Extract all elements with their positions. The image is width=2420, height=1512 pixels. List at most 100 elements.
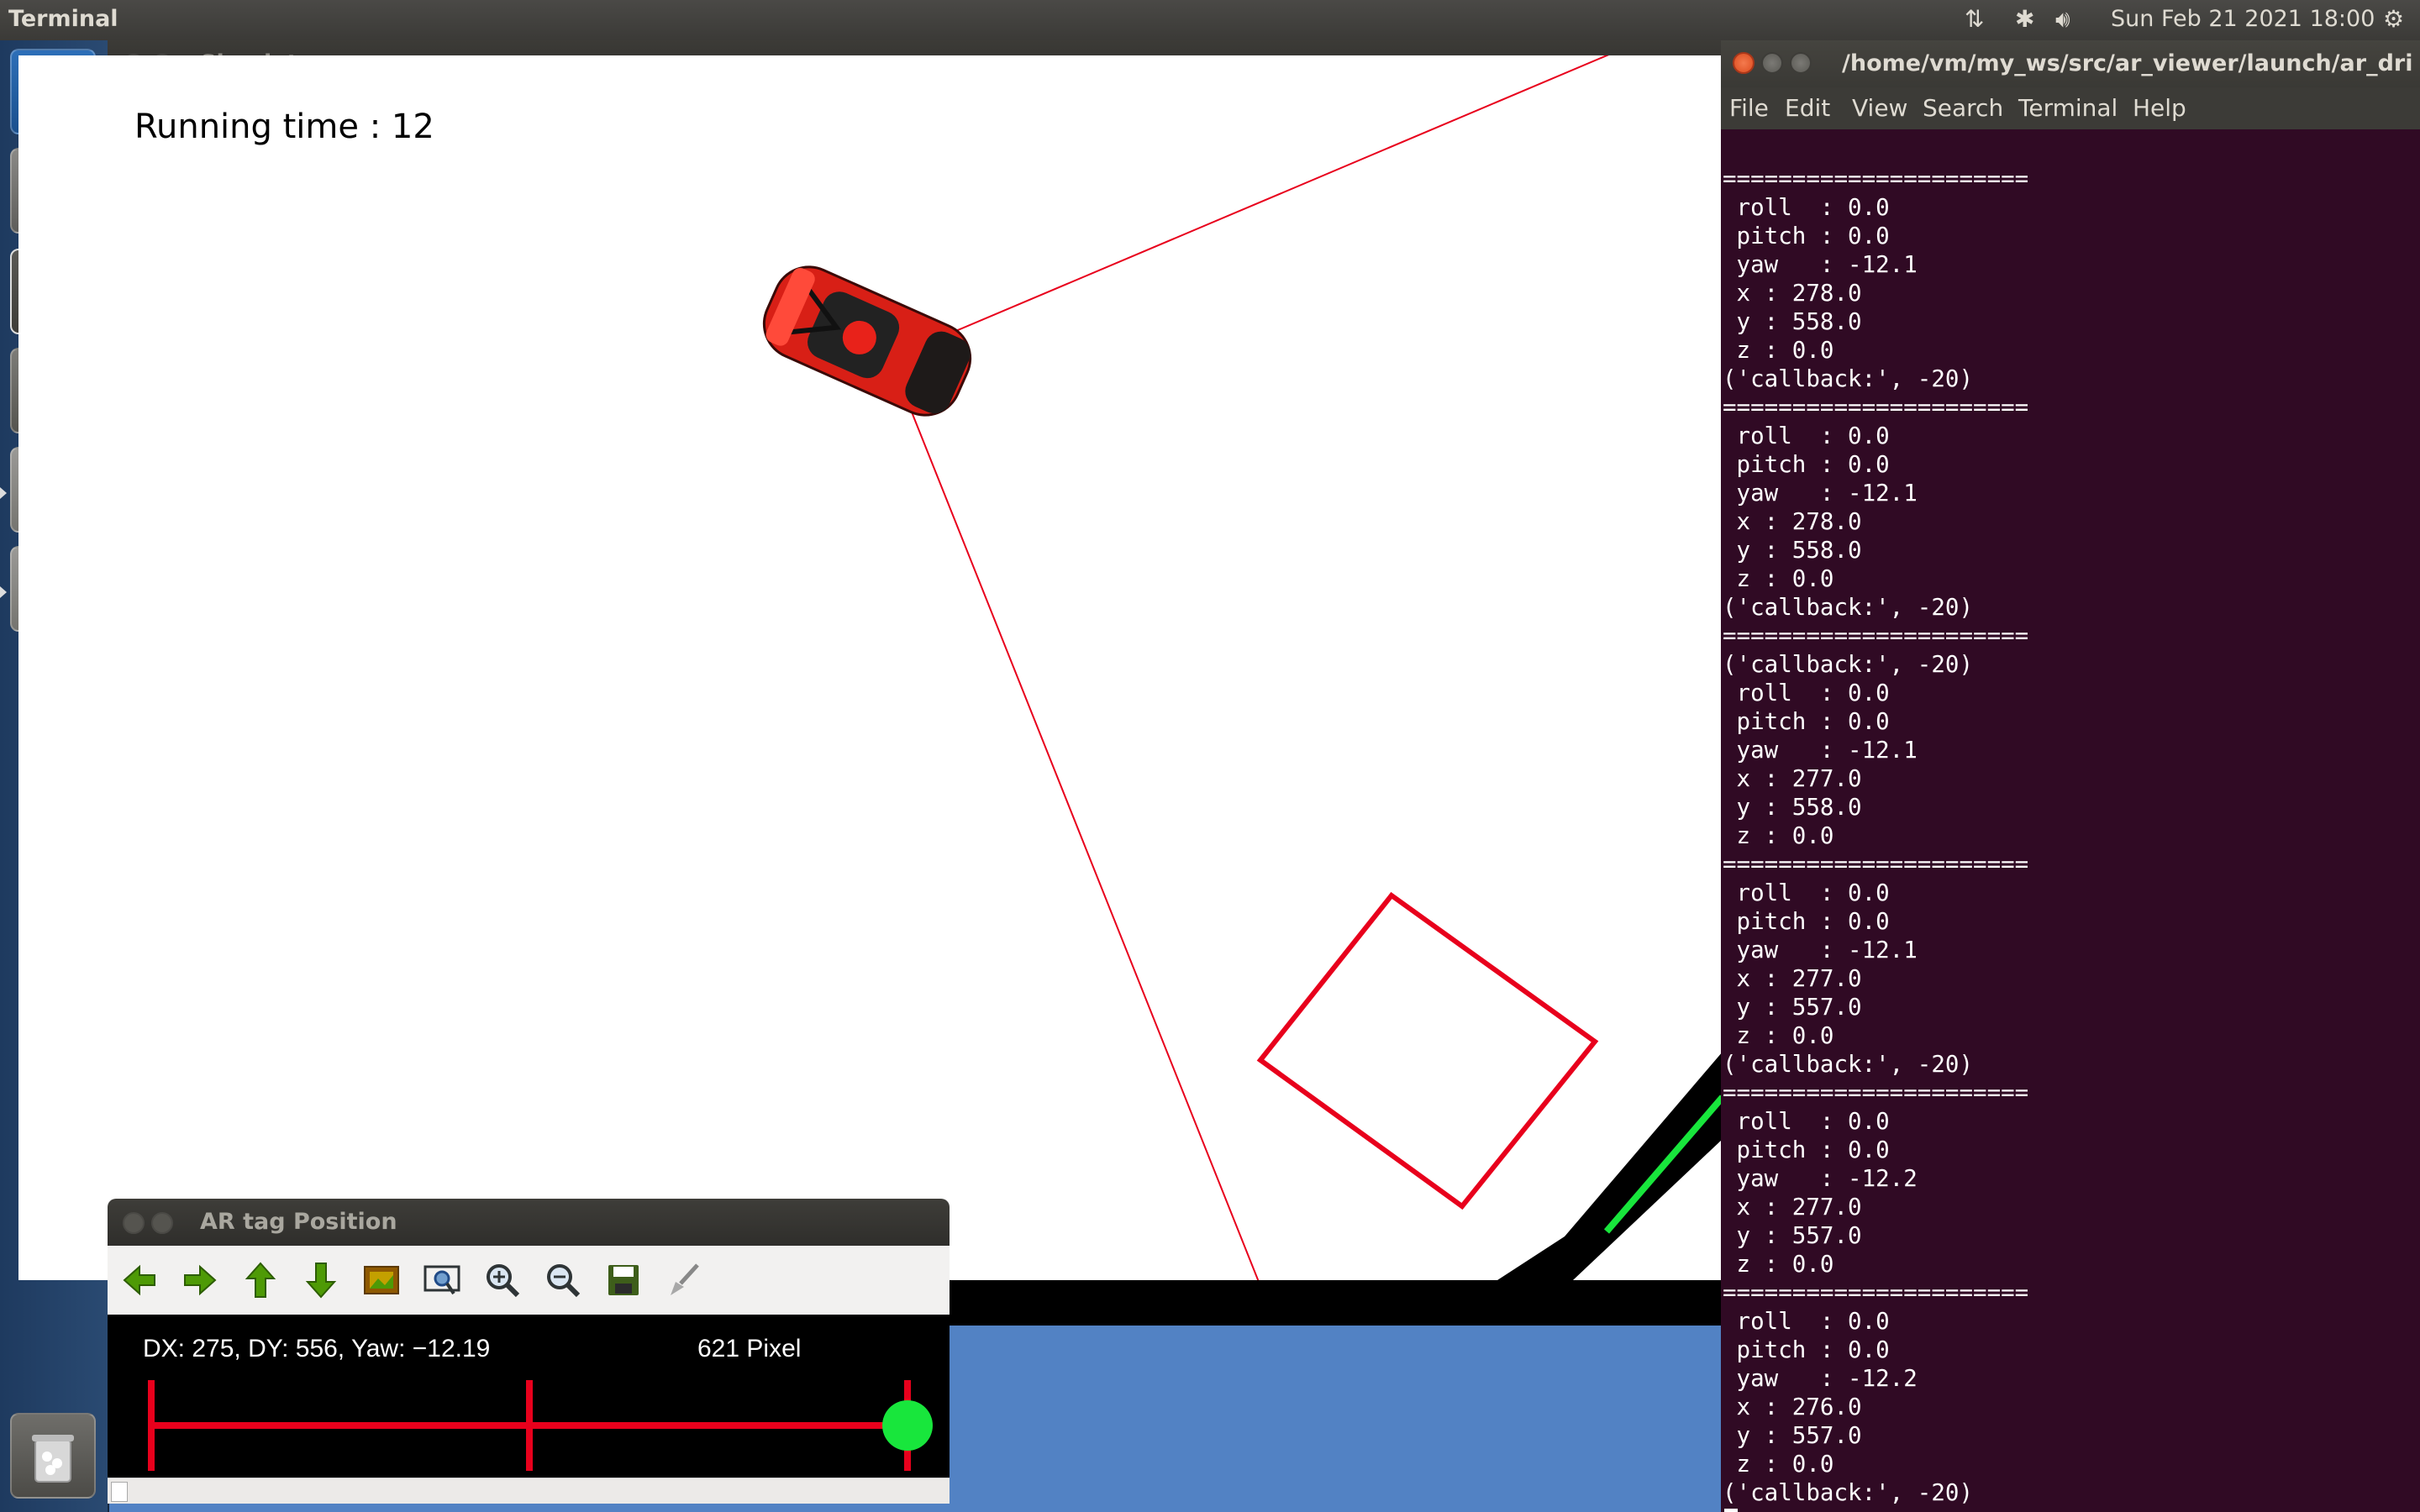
terminal-line: ('callback:', -20) bbox=[1723, 1051, 1974, 1078]
terminal-titlebar[interactable]: /home/vm/my_ws/src/ar_viewer/launch/ar_d… bbox=[1721, 40, 2420, 87]
terminal-title: /home/vm/my_ws/src/ar_viewer/launch/ar_d… bbox=[1842, 50, 2413, 76]
arrow-down-icon[interactable] bbox=[296, 1246, 346, 1315]
terminal-line: roll : 0.0 bbox=[1723, 1108, 1890, 1135]
terminal-line: ====================== bbox=[1723, 1079, 2029, 1106]
settings-gear-icon[interactable]: ⚙ bbox=[2383, 5, 2404, 33]
parking-guide-line bbox=[1603, 1095, 1726, 1234]
terminal-line: y : 558.0 bbox=[1723, 537, 1862, 564]
terminal-line: ====================== bbox=[1723, 622, 2029, 649]
terminal-line: yaw : -12.2 bbox=[1723, 1365, 1918, 1392]
clock[interactable]: Sun Feb 21 2021 18:00 bbox=[2111, 6, 2375, 32]
ar-toolbar bbox=[108, 1246, 950, 1315]
terminal-line: y : 557.0 bbox=[1723, 1222, 1862, 1249]
ar-status-bar bbox=[108, 1478, 950, 1504]
active-app-name: Terminal bbox=[8, 6, 118, 32]
trash-can-icon bbox=[32, 1435, 74, 1483]
ar-position-view[interactable]: DX: 275, DY: 556, Yaw: −12.19 621 Pixel bbox=[108, 1315, 950, 1478]
maximize-button[interactable] bbox=[1790, 52, 1812, 74]
running-indicator-icon bbox=[0, 487, 7, 499]
terminal-line: ('callback:', -20) bbox=[1723, 594, 1974, 621]
terminal-line: ('callback:', -20) bbox=[1723, 365, 1974, 392]
terminal-line: pitch : 0.0 bbox=[1723, 1137, 1890, 1163]
terminal-line: ('callback:', -20) bbox=[1723, 1479, 1974, 1506]
car-sprite bbox=[762, 265, 972, 417]
ar-tag-square bbox=[1256, 891, 1599, 1210]
bluetooth-icon[interactable]: ✱ bbox=[2015, 5, 2034, 33]
terminal-line: yaw : -12.1 bbox=[1723, 937, 1918, 963]
terminal-line: pitch : 0.0 bbox=[1723, 223, 1890, 249]
terminal-line: y : 558.0 bbox=[1723, 794, 1862, 821]
terminal-line: roll : 0.0 bbox=[1723, 194, 1890, 221]
terminal-line: ====================== bbox=[1723, 165, 2029, 192]
minimize-button[interactable] bbox=[151, 1212, 173, 1234]
terminal-line: z : 0.0 bbox=[1723, 337, 1834, 364]
terminal-line: roll : 0.0 bbox=[1723, 423, 1890, 449]
minimize-button[interactable] bbox=[1761, 52, 1783, 74]
terminal-line: pitch : 0.0 bbox=[1723, 708, 1890, 735]
terminal-line: x : 277.0 bbox=[1723, 965, 1862, 992]
running-time-label: Running time : 12 bbox=[134, 108, 434, 146]
menu-view[interactable]: View bbox=[1852, 94, 1907, 122]
terminal-line: ('callback:', -20) bbox=[1723, 651, 1974, 678]
terminal-line: yaw : -12.1 bbox=[1723, 480, 1918, 507]
menu-search[interactable]: Search bbox=[1923, 94, 2003, 122]
terminal-line: roll : 0.0 bbox=[1723, 680, 1890, 706]
terminal-line: yaw : -12.1 bbox=[1723, 737, 1918, 764]
terminal-line: ====================== bbox=[1723, 1279, 2029, 1306]
image-icon[interactable] bbox=[356, 1246, 407, 1315]
terminal-line: pitch : 0.0 bbox=[1723, 1336, 1890, 1363]
ar-tag-window: AR tag Position DX: 275, DY: 556, Yaw: −… bbox=[108, 1199, 950, 1504]
simulator-scene bbox=[762, 46, 1726, 1283]
terminal-line: y : 557.0 bbox=[1723, 994, 1862, 1021]
parking-slot-edge bbox=[1497, 1052, 1723, 1280]
arrow-up-icon[interactable] bbox=[235, 1246, 286, 1315]
terminal-line: ====================== bbox=[1723, 394, 2029, 421]
terminal-line: y : 557.0 bbox=[1723, 1422, 1862, 1449]
ar-distance-gauge bbox=[148, 1380, 933, 1471]
sensor-ray-line bbox=[907, 401, 1260, 1283]
simulator-canvas[interactable] bbox=[18, 46, 1726, 1283]
terminal-menubar: File Edit View Search Terminal Help bbox=[1721, 87, 2420, 130]
arrow-left-icon[interactable] bbox=[114, 1246, 165, 1315]
trash-icon[interactable] bbox=[10, 1413, 96, 1499]
gauge-marker-icon bbox=[882, 1400, 933, 1451]
terminal-cursor bbox=[1724, 1509, 1738, 1512]
menu-help[interactable]: Help bbox=[2133, 94, 2186, 122]
terminal-line: x : 277.0 bbox=[1723, 1194, 1862, 1221]
terminal-line: z : 0.0 bbox=[1723, 822, 1834, 849]
volume-icon[interactable]: 🔊︎ bbox=[2055, 5, 2070, 34]
terminal-line: x : 278.0 bbox=[1723, 280, 1862, 307]
terminal-line: x : 276.0 bbox=[1723, 1394, 1862, 1420]
zoom-fit-icon[interactable] bbox=[417, 1246, 467, 1315]
ar-tag-titlebar[interactable]: AR tag Position bbox=[108, 1199, 950, 1246]
top-panel: Terminal ⇅ ✱ 🔊︎ Sun Feb 21 2021 18:00 ⚙ bbox=[0, 0, 2420, 40]
terminal-line: pitch : 0.0 bbox=[1723, 451, 1890, 478]
terminal-line: x : 277.0 bbox=[1723, 765, 1862, 792]
terminal-line: x : 278.0 bbox=[1723, 508, 1862, 535]
zoom-out-icon[interactable] bbox=[538, 1246, 588, 1315]
menu-file[interactable]: File bbox=[1729, 94, 1769, 122]
save-icon[interactable] bbox=[598, 1246, 649, 1315]
sensor-ray-line bbox=[919, 46, 1628, 347]
terminal-line: roll : 0.0 bbox=[1723, 1308, 1890, 1335]
ar-tag-title: AR tag Position bbox=[200, 1209, 397, 1235]
terminal-line: z : 0.0 bbox=[1723, 1022, 1834, 1049]
status-resize-grip bbox=[111, 1482, 128, 1502]
close-button[interactable] bbox=[1733, 52, 1754, 74]
terminal-line: yaw : -12.2 bbox=[1723, 1165, 1918, 1192]
running-indicator-icon bbox=[0, 586, 7, 598]
menu-terminal[interactable]: Terminal bbox=[2018, 94, 2118, 122]
terminal-line: y : 558.0 bbox=[1723, 308, 1862, 335]
menu-edit[interactable]: Edit bbox=[1785, 94, 1830, 122]
zoom-in-icon[interactable] bbox=[477, 1246, 528, 1315]
terminal-line: z : 0.0 bbox=[1723, 1451, 1834, 1478]
close-button[interactable] bbox=[123, 1212, 145, 1234]
terminal-output[interactable]: ====================== roll : 0.0 pitch … bbox=[1721, 129, 2420, 1512]
terminal-line: z : 0.0 bbox=[1723, 565, 1834, 592]
network-icon[interactable]: ⇅ bbox=[1965, 5, 1984, 33]
terminal-line: ====================== bbox=[1723, 851, 2029, 878]
arrow-right-icon[interactable] bbox=[175, 1246, 225, 1315]
terminal-line: pitch : 0.0 bbox=[1723, 908, 1890, 935]
brush-icon[interactable] bbox=[659, 1246, 709, 1315]
terminal-line: yaw : -12.1 bbox=[1723, 251, 1918, 278]
